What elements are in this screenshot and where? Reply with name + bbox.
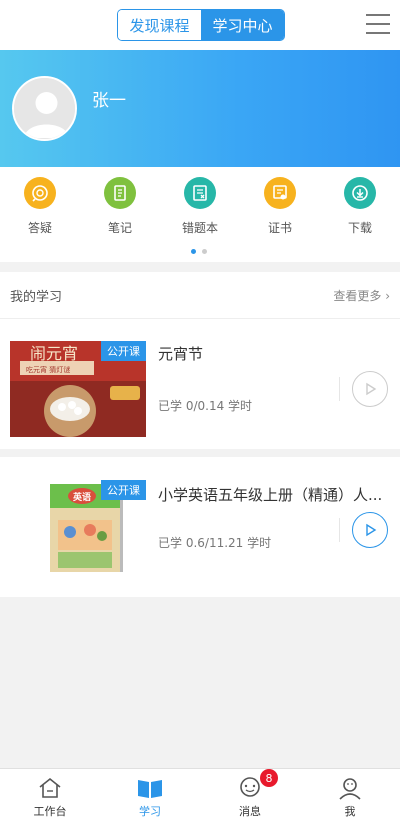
tab-label: 工作台 [33, 805, 67, 818]
public-course-badge: 公开课 [101, 480, 146, 500]
quick-action-certificate[interactable]: 证书 [250, 177, 310, 236]
tab-me[interactable]: 我 [300, 769, 400, 822]
play-icon [366, 382, 377, 396]
tab-label: 消息 [239, 805, 261, 818]
tab-discover-courses[interactable]: 发现课程 [118, 10, 201, 40]
quick-action-label: 答疑 [27, 221, 52, 235]
tab-messages[interactable]: 消息 8 [200, 769, 300, 822]
course-thumbnail: 闹元宵 吃元宵 猜灯谜 公开课 [10, 341, 146, 437]
chevron-right-icon: › [385, 288, 390, 303]
quick-action-mistake-book[interactable]: 错题本 [170, 177, 230, 236]
course-title: 小学英语五年级上册（精通）人... [158, 486, 383, 504]
tab-learning-center[interactable]: 学习中心 [201, 10, 284, 40]
top-bar: 发现课程 学习中心 [0, 0, 400, 50]
section-title: 我的学习 [10, 289, 63, 305]
bottom-tab-bar: 工作台 学习 消息 8 我 [0, 768, 400, 822]
default-avatar-icon [14, 78, 75, 139]
divider [339, 518, 340, 542]
tab-label: 学习 [139, 805, 161, 818]
course-thumbnail: 英语 公开课 [10, 480, 146, 576]
course-progress: 已学 0/0.14 学时 [158, 399, 253, 413]
quick-action-label: 证书 [267, 221, 292, 235]
tab-study[interactable]: 学习 [100, 769, 200, 822]
qa-icon [24, 177, 56, 209]
notes-icon [104, 177, 136, 209]
public-course-badge: 公开课 [101, 341, 146, 361]
play-icon [366, 523, 377, 537]
unread-badge: 8 [260, 769, 278, 787]
profile-header: 张一 [0, 50, 400, 167]
view-more-link[interactable]: 查看更多 › [333, 287, 390, 304]
quick-action-label: 错题本 [181, 221, 218, 235]
page-dot [202, 249, 207, 254]
my-study-section: 我的学习 查看更多 › 闹元宵 吃元宵 猜灯谜 公开课 元宵节 已学 0/0.1… [0, 272, 400, 597]
certificate-icon [264, 177, 296, 209]
tab-label: 我 [344, 805, 356, 818]
course-title: 元宵节 [158, 345, 204, 363]
thumbnail-title: 英语 [72, 491, 91, 503]
book-icon [136, 775, 164, 801]
view-more-label: 查看更多 [333, 288, 382, 303]
page-dot-active [191, 249, 196, 254]
avatar[interactable] [12, 76, 77, 141]
segment-control: 发现课程 学习中心 [117, 9, 285, 41]
section-header: 我的学习 查看更多 › [0, 272, 400, 319]
tab-workbench[interactable]: 工作台 [0, 769, 100, 822]
quick-action-qa[interactable]: 答疑 [10, 177, 70, 236]
page-indicator [191, 249, 207, 254]
mistake-book-icon [184, 177, 216, 209]
quick-action-download[interactable]: 下载 [330, 177, 390, 236]
quick-action-label: 笔记 [107, 221, 132, 235]
play-button[interactable] [352, 512, 388, 548]
hamburger-menu-icon[interactable] [366, 14, 390, 34]
quick-actions: 答疑 笔记 错题本 证书 下载 [0, 167, 400, 262]
course-progress: 已学 0.6/11.21 学时 [158, 536, 272, 550]
course-card[interactable]: 英语 公开课 小学英语五年级上册（精通）人... 已学 0.6/11.21 学时 [0, 458, 400, 596]
home-icon [36, 775, 64, 801]
user-icon [336, 775, 364, 801]
quick-action-label: 下载 [347, 221, 372, 235]
divider [339, 377, 340, 401]
thumbnail-subtitle: 吃元宵 猜灯谜 [26, 365, 70, 374]
user-name[interactable]: 张一 [92, 86, 126, 111]
thumbnail-title: 闹元宵 [30, 344, 78, 363]
download-icon [344, 177, 376, 209]
course-card[interactable]: 闹元宵 吃元宵 猜灯谜 公开课 元宵节 已学 0/0.14 学时 [0, 319, 400, 457]
play-button[interactable] [352, 371, 388, 407]
quick-action-notes[interactable]: 笔记 [90, 177, 150, 236]
